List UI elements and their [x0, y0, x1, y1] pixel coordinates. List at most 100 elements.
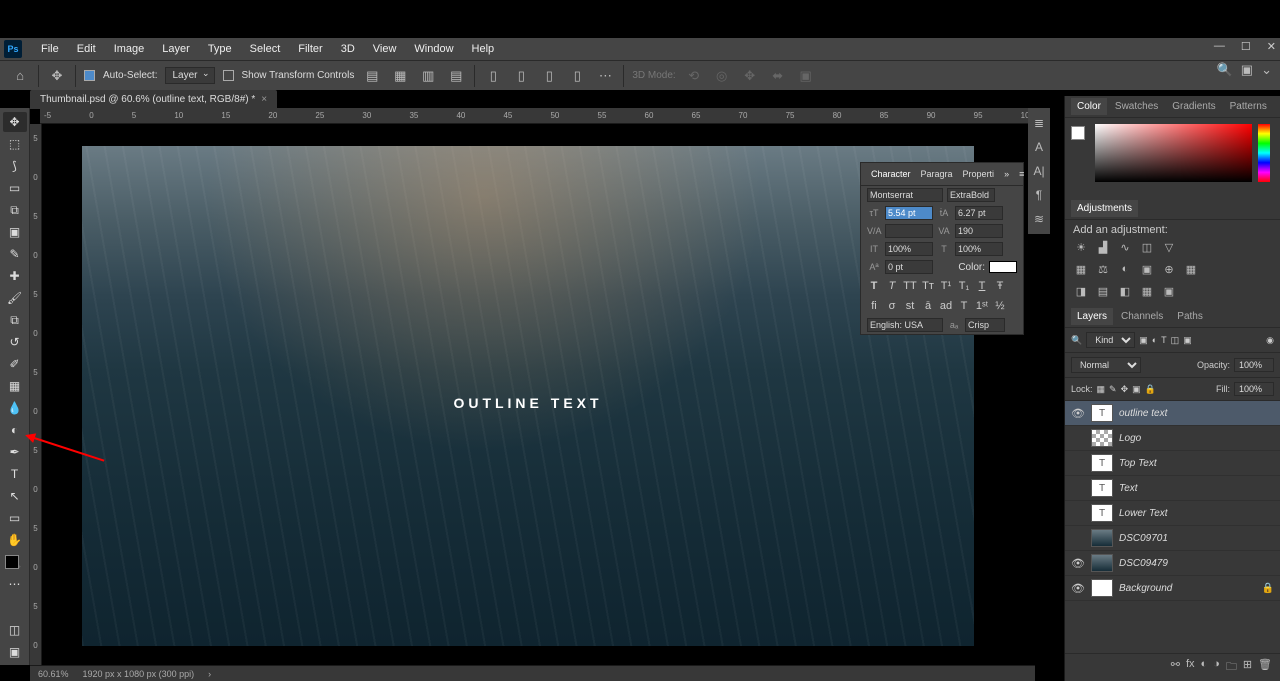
- gradient-tool[interactable]: ▦: [3, 376, 27, 396]
- swash-button[interactable]: ā: [921, 300, 935, 312]
- layer-thumb[interactable]: [1091, 579, 1113, 597]
- path-select-tool[interactable]: ↖: [3, 486, 27, 506]
- brightness-icon[interactable]: ☀: [1073, 240, 1089, 254]
- subscript-button[interactable]: T₁: [957, 280, 971, 292]
- invert-icon[interactable]: ◨: [1073, 284, 1089, 298]
- menu-3d[interactable]: 3D: [332, 43, 364, 55]
- workspace-chevron-icon[interactable]: ⌄: [1261, 62, 1272, 78]
- layers-tab[interactable]: Layers: [1071, 308, 1113, 325]
- font-family-field[interactable]: [867, 188, 943, 202]
- distribute-top-icon[interactable]: ▯: [483, 66, 503, 86]
- layer-thumb[interactable]: [1091, 429, 1113, 447]
- color-tab[interactable]: Color: [1071, 98, 1107, 115]
- lock-position-icon[interactable]: ✥: [1121, 384, 1129, 395]
- layer-thumb[interactable]: T: [1091, 479, 1113, 497]
- zoom-readout[interactable]: 60.61%: [38, 669, 69, 679]
- edit-toolbar[interactable]: ⋯: [3, 574, 27, 594]
- kerning-field[interactable]: [885, 224, 933, 238]
- lock-all-icon[interactable]: 🔒: [1145, 384, 1156, 395]
- more-options-icon[interactable]: ⋯: [595, 66, 615, 86]
- layer-thumb[interactable]: [1091, 529, 1113, 547]
- frame-tool[interactable]: ▣: [3, 222, 27, 242]
- filter-smart-icon[interactable]: ▣: [1183, 335, 1192, 346]
- blur-tool[interactable]: 💧: [3, 398, 27, 418]
- type-tool[interactable]: T: [3, 464, 27, 484]
- paragraph-icon[interactable]: ¶: [1036, 188, 1042, 202]
- visibility-toggle[interactable]: 👁: [1071, 407, 1085, 420]
- tab-character[interactable]: Character: [867, 167, 915, 181]
- autoselect-target-dropdown[interactable]: Layer: [165, 67, 214, 84]
- minimize-button[interactable]: —: [1214, 40, 1225, 53]
- vscale-field[interactable]: [885, 242, 933, 256]
- close-button[interactable]: ✕: [1267, 40, 1276, 53]
- filter-adjust-icon[interactable]: ◐: [1152, 335, 1157, 345]
- panel-expand-icon[interactable]: »: [1000, 167, 1013, 181]
- stylistic-button[interactable]: ad: [939, 300, 953, 312]
- menu-filter[interactable]: Filter: [289, 43, 331, 55]
- font-style-field[interactable]: [947, 188, 995, 202]
- visibility-toggle[interactable]: 👁: [1071, 582, 1085, 595]
- exposure-icon[interactable]: ◫: [1139, 240, 1155, 254]
- delete-layer-icon[interactable]: 🗑: [1258, 658, 1272, 677]
- discretionary-button[interactable]: st: [903, 300, 917, 312]
- layer-thumb[interactable]: [1091, 554, 1113, 572]
- ordinals-button[interactable]: 1ˢᵗ: [975, 300, 989, 312]
- lock-transparent-icon[interactable]: ▦: [1097, 384, 1106, 395]
- lock-artboard-icon[interactable]: ▣: [1132, 384, 1141, 395]
- leading-field[interactable]: [955, 206, 1003, 220]
- layer-thumb[interactable]: T: [1091, 404, 1113, 422]
- menu-help[interactable]: Help: [463, 43, 504, 55]
- clone-tool[interactable]: ⧉: [3, 310, 27, 330]
- properties-icon[interactable]: ≣: [1034, 116, 1044, 130]
- hue-strip[interactable]: [1258, 124, 1270, 182]
- filter-search-icon[interactable]: 🔍: [1071, 335, 1082, 346]
- status-chevron-icon[interactable]: ›: [208, 669, 211, 679]
- eraser-tool[interactable]: ✐: [3, 354, 27, 374]
- new-group-icon[interactable]: 🗀: [1226, 658, 1237, 677]
- std-ligature-button[interactable]: σ: [885, 300, 899, 312]
- filter-toggle[interactable]: ◉: [1266, 335, 1274, 346]
- layer-row[interactable]: 👁Toutline text: [1065, 401, 1280, 426]
- patterns-tab[interactable]: Patterns: [1224, 98, 1273, 115]
- filter-text-icon[interactable]: T: [1161, 335, 1167, 345]
- baseline-field[interactable]: [885, 260, 933, 274]
- align-top-icon[interactable]: ▤: [446, 66, 466, 86]
- align-center-icon[interactable]: ▦: [390, 66, 410, 86]
- new-layer-icon[interactable]: ⊞: [1243, 658, 1252, 677]
- pen-tool[interactable]: ✒: [3, 442, 27, 462]
- allcaps-button[interactable]: TT: [903, 280, 917, 292]
- canvas-text[interactable]: OUTLINE TEXT: [82, 395, 974, 411]
- fractions-button[interactable]: ½: [993, 300, 1007, 312]
- layer-row[interactable]: 👁DSC09479: [1065, 551, 1280, 576]
- layer-name[interactable]: Text: [1119, 483, 1274, 494]
- layer-name[interactable]: DSC09479: [1119, 558, 1274, 569]
- underline-button[interactable]: T: [975, 280, 989, 292]
- colorlookup-icon[interactable]: ▦: [1183, 262, 1199, 276]
- move-tool[interactable]: ✥: [3, 112, 27, 132]
- history-brush-tool[interactable]: ↺: [3, 332, 27, 352]
- link-layers-icon[interactable]: ⚯: [1171, 658, 1180, 677]
- layer-thumb[interactable]: T: [1091, 454, 1113, 472]
- layer-row[interactable]: DSC09701: [1065, 526, 1280, 551]
- autoselect-checkbox[interactable]: [84, 70, 95, 81]
- layer-name[interactable]: Logo: [1119, 433, 1274, 444]
- canvas[interactable]: OUTLINE TEXT: [82, 146, 974, 646]
- layer-row[interactable]: 👁Background🔒: [1065, 576, 1280, 601]
- layer-row[interactable]: Logo: [1065, 426, 1280, 451]
- color-swatches[interactable]: [5, 555, 25, 575]
- channelmixer-icon[interactable]: ⊕: [1161, 262, 1177, 276]
- fill-field[interactable]: [1234, 382, 1274, 396]
- posterize-icon[interactable]: ▤: [1095, 284, 1111, 298]
- color-fgbg[interactable]: [1071, 126, 1091, 146]
- swatches-tab[interactable]: Swatches: [1109, 98, 1164, 115]
- smallcaps-button[interactable]: Tᴛ: [921, 280, 935, 292]
- hand-tool[interactable]: ✋: [3, 530, 27, 550]
- workspace-icon[interactable]: ▣: [1241, 62, 1253, 78]
- healing-tool[interactable]: ✚: [3, 266, 27, 286]
- document-tab[interactable]: Thumbnail.psd @ 60.6% (outline text, RGB…: [30, 90, 277, 109]
- hscale-field[interactable]: [955, 242, 1003, 256]
- titling-button[interactable]: T: [957, 300, 971, 312]
- menu-type[interactable]: Type: [199, 43, 241, 55]
- glyphs-icon[interactable]: A|: [1033, 164, 1044, 178]
- threshold-icon[interactable]: ◧: [1117, 284, 1133, 298]
